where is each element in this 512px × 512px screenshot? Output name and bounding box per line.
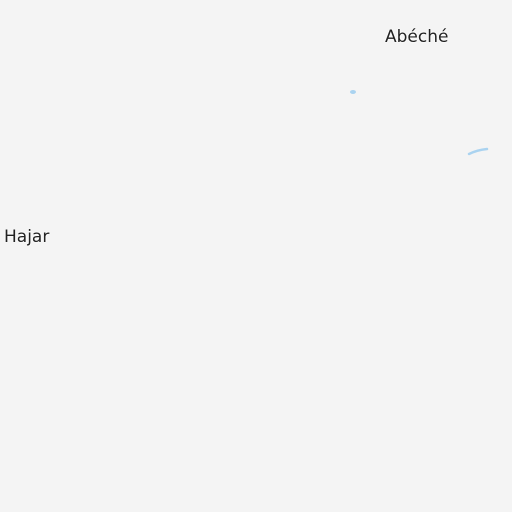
place-label-abeche[interactable]: Abéché xyxy=(385,29,448,46)
map-canvas[interactable]: Abéché Hajar xyxy=(0,0,512,512)
water-stream xyxy=(467,147,489,156)
place-label-hajar[interactable]: Hajar xyxy=(4,229,49,246)
map-features xyxy=(350,90,489,156)
water-pond xyxy=(350,90,356,94)
